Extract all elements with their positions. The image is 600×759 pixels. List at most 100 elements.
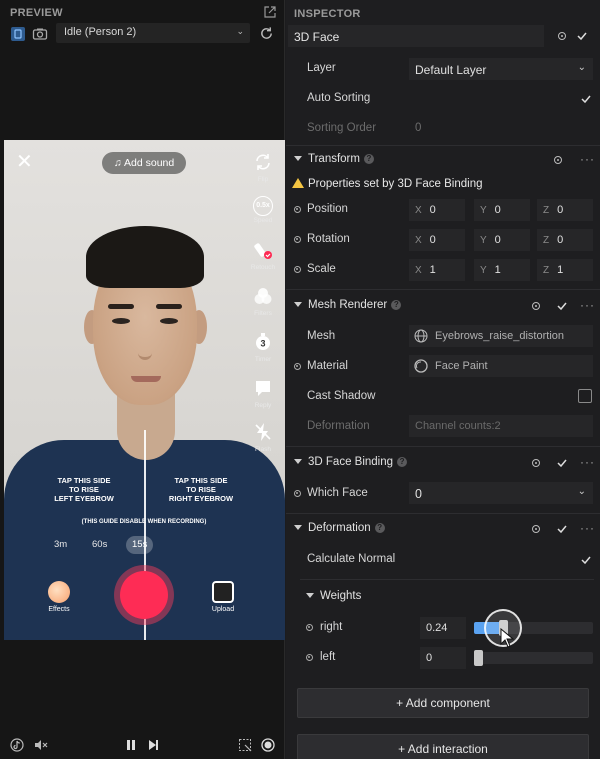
visibility-icon[interactable] [532, 302, 540, 310]
preview-bottom-bar [0, 732, 285, 759]
which-face-dropdown[interactable]: 0 ⌄ [409, 482, 593, 504]
help-icon[interactable]: ? [363, 153, 374, 164]
preview-panel: PREVIEW Idle (Person 2) ⌄ ✕ ♫ Add sound … [0, 0, 285, 759]
enabled-check-icon[interactable] [556, 523, 568, 535]
enabled-check-icon[interactable] [576, 30, 588, 42]
keyframe-icon[interactable] [294, 363, 301, 370]
retouch-icon [254, 243, 272, 259]
caret-down-icon [294, 525, 302, 531]
right-eye [160, 318, 178, 324]
flash-button[interactable]: Flash [249, 422, 277, 453]
keyframe-icon[interactable] [306, 624, 313, 631]
flip-button[interactable]: Flip [249, 152, 277, 183]
mesh-icon [414, 329, 428, 343]
reply-button[interactable]: Reply [249, 378, 277, 409]
phone-preview[interactable]: ✕ ♫ Add sound Flip 0.5x Speed Retouch Fi… [4, 140, 285, 640]
mute-icon[interactable] [34, 738, 48, 752]
tiktok-mode-icon[interactable] [10, 26, 26, 42]
more-icon[interactable]: ··· [580, 455, 595, 469]
mesh-field[interactable]: Eyebrows_raise_distortion [409, 325, 593, 347]
tiktok-icon[interactable] [10, 738, 24, 752]
caret-down-icon [294, 156, 302, 162]
left-eye [112, 318, 130, 324]
duration-15s[interactable]: 15s [126, 536, 154, 554]
scale-y-field[interactable]: Y1 [474, 259, 530, 281]
auto-sorting-checkbox[interactable] [580, 93, 592, 105]
add-interaction-button[interactable]: + Add interaction [297, 734, 589, 759]
add-component-button[interactable]: + Add component [297, 688, 589, 718]
reply-icon [256, 381, 270, 396]
calculate-normal-checkbox[interactable] [580, 554, 592, 566]
duration-3m[interactable]: 3m [48, 536, 73, 554]
refresh-icon[interactable] [259, 26, 274, 41]
weight-left-slider[interactable] [474, 650, 593, 666]
keyframe-icon[interactable] [294, 236, 301, 243]
help-icon[interactable]: ? [397, 456, 408, 467]
timer-icon: 3 [256, 333, 270, 350]
rotation-z-field[interactable]: Z0 [537, 229, 593, 251]
rotation-label: Rotation [307, 233, 350, 245]
transform-header[interactable]: Transform? [294, 153, 374, 165]
filters-button[interactable]: Filters [249, 286, 277, 317]
layer-dropdown[interactable]: Default Layer ⌄ [409, 58, 593, 80]
keyframe-icon[interactable] [306, 654, 313, 661]
position-y-field[interactable]: Y0 [474, 199, 530, 221]
position-z-field[interactable]: Z0 [537, 199, 593, 221]
slider-knob[interactable] [474, 650, 483, 666]
camera-icon[interactable] [32, 26, 48, 42]
divider [286, 513, 600, 514]
enabled-check-icon[interactable] [556, 457, 568, 469]
weight-right-value[interactable]: 0.24 [420, 617, 466, 639]
layer-label: Layer [307, 62, 336, 74]
cast-shadow-checkbox[interactable] [578, 389, 592, 403]
visibility-icon[interactable] [532, 525, 540, 533]
deformation-header[interactable]: Deformation? [294, 522, 385, 534]
filters-icon [254, 288, 272, 304]
screenshot-icon[interactable] [238, 738, 252, 752]
object-name-field[interactable]: 3D Face [288, 25, 544, 47]
preview-mode-select[interactable]: Idle (Person 2) ⌄ [56, 23, 250, 43]
position-x-field[interactable]: X0 [409, 199, 465, 221]
record-inner [120, 571, 168, 619]
weight-right-label: right [320, 621, 343, 633]
record-capture-icon[interactable] [261, 738, 275, 752]
keyframe-icon[interactable] [294, 266, 301, 273]
retouch-button[interactable]: Retouch [249, 240, 277, 271]
record-button[interactable] [114, 565, 174, 625]
scale-z-field[interactable]: Z1 [537, 259, 593, 281]
step-forward-icon[interactable] [146, 738, 160, 752]
weights-header[interactable]: Weights [306, 590, 361, 602]
speed-button[interactable]: 0.5x Speed [249, 196, 277, 224]
deformation-mr-label: Deformation [307, 420, 370, 432]
mesh-renderer-header[interactable]: Mesh Renderer? [294, 299, 402, 311]
close-icon[interactable]: ✕ [16, 152, 33, 172]
help-icon[interactable]: ? [374, 522, 385, 533]
effects-button[interactable]: Effects [44, 581, 74, 613]
material-field[interactable]: Face Paint [409, 355, 593, 377]
caret-down-icon [294, 302, 302, 308]
popout-icon[interactable] [264, 6, 276, 18]
upload-button[interactable]: Upload [208, 581, 238, 613]
visibility-icon[interactable] [558, 32, 566, 40]
visibility-icon[interactable] [532, 459, 540, 467]
help-icon[interactable]: ? [391, 299, 402, 310]
face-binding-header[interactable]: 3D Face Binding? [294, 456, 408, 468]
keyframe-icon[interactable] [294, 490, 301, 497]
more-icon[interactable]: ··· [580, 521, 595, 535]
duration-60s[interactable]: 60s [86, 536, 113, 554]
rotation-y-field[interactable]: Y0 [474, 229, 530, 251]
scale-x-field[interactable]: X1 [409, 259, 465, 281]
more-icon[interactable]: ··· [580, 152, 595, 166]
weight-left-value[interactable]: 0 [420, 647, 466, 669]
guide-left-text: TAP THIS SIDE TO RISE LEFT EYEBROW [54, 476, 114, 503]
visibility-icon[interactable] [554, 156, 562, 164]
pause-icon[interactable] [124, 738, 138, 752]
rotation-x-field[interactable]: X0 [409, 229, 465, 251]
auto-sorting-label: Auto Sorting [307, 92, 371, 104]
person-nose [138, 340, 152, 360]
keyframe-icon[interactable] [294, 206, 301, 213]
add-sound-button[interactable]: ♫ Add sound [102, 152, 186, 174]
enabled-check-icon[interactable] [556, 300, 568, 312]
timer-button[interactable]: 3 Timer [249, 332, 277, 363]
more-icon[interactable]: ··· [580, 298, 595, 312]
